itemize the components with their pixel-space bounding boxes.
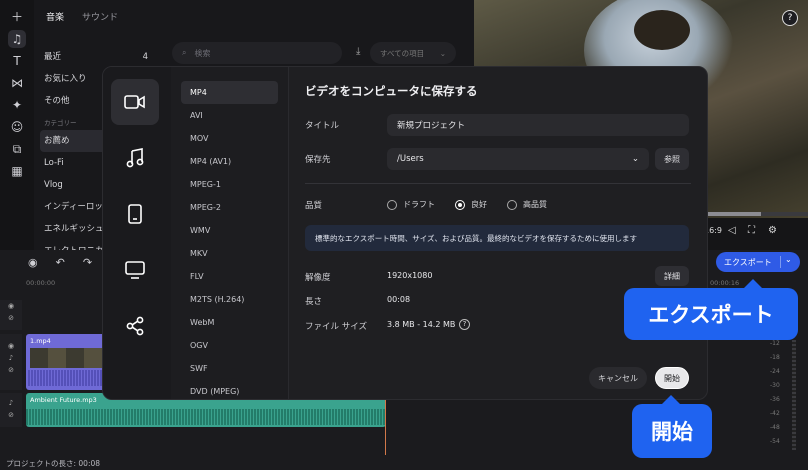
browse-button[interactable]: 参照 [655,148,689,170]
settings-icon[interactable]: ⚙ [768,225,777,236]
audio-meter: -12 -18 -24 -30 -36 -42 -48 -54 [770,340,806,450]
export-callout: エクスポート [624,279,798,340]
sticker-icon[interactable]: ☺ [8,118,26,136]
format-ogv[interactable]: OGV [181,334,278,357]
format-mp4[interactable]: MP4 [181,81,278,104]
chevron-down-icon[interactable]: ⌄ [785,255,792,264]
undo-icon[interactable]: ↶ [56,256,65,269]
format-wmv[interactable]: WMV [181,219,278,242]
quality-info: 標準的なエクスポート時間、サイズ、および品質。最終的なビデオを保存するために使用… [305,225,689,251]
resolution-label: 解像度 [305,273,331,283]
format-mpeg1[interactable]: MPEG-1 [181,173,278,196]
fullscreen-icon[interactable]: ⛶ [748,225,755,236]
quality-good-radio[interactable]: 良好 [455,199,487,210]
meter-bar [792,340,796,450]
video-camera-icon[interactable] [111,79,159,125]
lock-icon[interactable]: ⊘ [0,312,22,324]
timeline-tools: ◉ ↶ ↷ [28,256,92,269]
format-mkv[interactable]: MKV [181,242,278,265]
quality-label: 品質 [305,201,323,211]
quality-high-radio[interactable]: 高品質 [507,199,547,210]
volume-icon[interactable]: ◁ [728,225,736,236]
file-size-value: 3.8 MB - 14.2 MB [387,320,456,329]
format-m2ts[interactable]: M2TS (H.264) [181,288,278,311]
divider [305,183,691,184]
format-swf[interactable]: SWF [181,357,278,380]
search-placeholder: 検索 [194,48,211,58]
eye-icon[interactable]: ◉ [0,300,22,312]
audio-icon[interactable]: ♪ [0,352,22,364]
filter-select[interactable]: すべての項目 ⌄ [370,42,456,64]
format-mp4-av1[interactable]: MP4 (AV1) [181,150,278,173]
audio-icon[interactable]: ♪ [0,397,22,409]
radio-dot-selected [455,199,465,210]
audio-waveform [26,409,386,425]
playhead[interactable] [385,393,386,455]
help-icon[interactable]: ? [782,10,798,26]
start-button[interactable]: 開始 [655,367,689,389]
template-icon[interactable]: ▦ [8,162,26,180]
share-icon[interactable] [111,303,159,349]
lock-icon[interactable]: ⊘ [0,364,22,376]
export-category-rail [103,67,171,399]
tab-music[interactable]: 音楽 [46,10,64,23]
audio-note-icon[interactable] [111,135,159,181]
format-mpeg2[interactable]: MPEG-2 [181,196,278,219]
music-icon[interactable]: ♫ [8,30,26,48]
clip-waveform [28,370,104,386]
track-controls-audio: ♪ ⊘ [0,393,22,427]
title-input[interactable]: 新規プロジェクト [387,114,689,136]
eye-icon[interactable]: ◉ [0,340,22,352]
track-controls-video: ◉ ♪ ⊘ [0,334,22,390]
format-dvd[interactable]: DVD (MPEG) [181,380,278,399]
lock-icon[interactable]: ⊘ [0,409,22,421]
add-icon[interactable]: ＋ [8,7,26,25]
tv-icon[interactable] [111,247,159,293]
radio-dot [507,199,517,210]
music-tabs: 音楽 サウンド [46,10,118,23]
format-mov[interactable]: MOV [181,127,278,150]
format-list: MP4 AVI MOV MP4 (AV1) MPEG-1 MPEG-2 WMV … [171,67,289,399]
category-recent[interactable]: 最近 4 [44,46,154,68]
export-button[interactable]: エクスポート ⌄ [716,252,800,272]
redo-icon[interactable]: ↷ [83,256,92,269]
title-label: タイトル [305,121,340,131]
project-length: プロジェクトの長さ: 00:08 [6,459,101,468]
transition-icon[interactable]: ⋈ [8,74,26,92]
length-label: 長さ [305,297,323,307]
quality-draft-radio[interactable]: ドラフト [387,199,435,210]
export-dialog: MP4 AVI MOV MP4 (AV1) MPEG-1 MPEG-2 WMV … [102,66,708,400]
dialog-title: ビデオをコンピュータに保存する [305,84,478,98]
format-avi[interactable]: AVI [181,104,278,127]
details-button[interactable]: 詳細 [655,266,689,286]
chevron-down-icon: ⌄ [631,154,639,164]
effects-icon[interactable]: ✦ [8,96,26,114]
chevron-down-icon: ⌄ [439,48,446,58]
tool-rail: ＋ ♫ T ⋈ ✦ ☺ ⧉ ▦ [0,0,34,250]
file-size-label: ファイル サイズ [305,322,367,332]
plugin-icon[interactable]: ⧉ [8,140,26,158]
search-icon: ⌕ [182,48,187,57]
text-icon[interactable]: T [8,52,26,70]
download-icon[interactable]: ⤓ [356,46,360,57]
clip-thumbnails [30,348,102,368]
cancel-button[interactable]: キャンセル [589,367,647,389]
preview-figure-hair [634,10,690,50]
radio-dot [387,199,397,210]
format-webm[interactable]: WebM [181,311,278,334]
resolution-value: 1920x1080 [387,271,433,280]
format-flv[interactable]: FLV [181,265,278,288]
mobile-device-icon[interactable] [111,191,159,237]
record-icon[interactable]: ◉ [28,256,38,269]
destination-label: 保存先 [305,155,331,165]
tab-sound[interactable]: サウンド [82,10,118,23]
search-input[interactable]: ⌕ 検索 [172,42,342,64]
help-icon[interactable]: ? [459,319,470,330]
length-value: 00:08 [387,295,411,304]
destination-select[interactable]: /Users ⌄ [387,148,649,170]
video-clip[interactable]: 1.mp4 [26,334,106,390]
start-callout: 開始 [632,395,712,458]
track-controls-top: ◉ ⊘ [0,300,22,330]
